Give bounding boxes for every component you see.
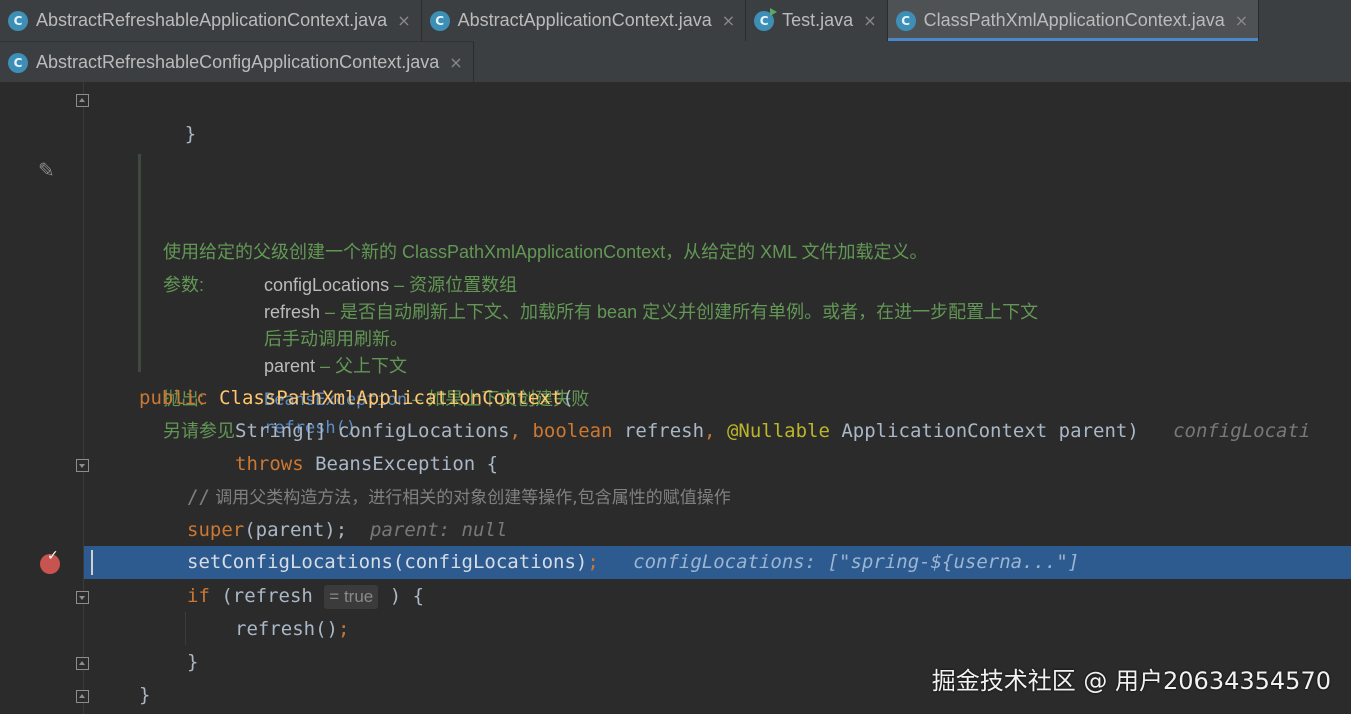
super-args: (parent); — [244, 519, 348, 541]
class-icon: C — [8, 10, 28, 31]
keyword-boolean: boolean — [532, 420, 613, 442]
close-icon[interactable]: × — [863, 11, 876, 30]
tab-label: Test.java — [782, 10, 854, 30]
code-line: // 调用父类构造方法，进行相关的对象创建等操作,包含属性的赋值操作 — [187, 481, 731, 514]
param-parent: ApplicationContext parent) — [829, 420, 1139, 442]
closing-brace: } — [184, 123, 197, 145]
param-desc: – 资源位置数组 — [389, 275, 518, 295]
debug-inline-value: configLocati — [1173, 420, 1311, 442]
code-line-current: setConfigLocations(configLocations); con… — [187, 546, 1079, 579]
keyword-super: super — [187, 519, 245, 541]
semicolon: ; — [587, 551, 599, 573]
param-config-locations: String[] configLocations — [235, 420, 510, 442]
tab-label: AbstractRefreshableConfigApplicationCont… — [36, 52, 440, 72]
fold-start-icon[interactable] — [76, 591, 89, 604]
comment-slashes: // — [187, 486, 210, 508]
doc-see-label: 另请参见: — [163, 421, 241, 441]
code-line: super(parent); parent: null — [187, 514, 507, 547]
rendered-javadoc: 使用给定的父级创建一个新的 ClassPathXmlApplicationCon… — [138, 154, 1141, 441]
editor-tab[interactable]: C ClassPathXmlApplicationContext.java × — [887, 0, 1260, 41]
code-line: } — [187, 646, 198, 679]
code-line: if (refresh = true ) { — [187, 580, 424, 613]
class-icon: C — [8, 52, 28, 73]
param-refresh: refresh — [612, 420, 705, 442]
breakpoint-icon[interactable] — [40, 548, 60, 574]
refresh-call: refresh() — [235, 618, 338, 640]
code-line: refresh(); — [235, 613, 349, 646]
code-line: public ClassPathXmlApplicationContext( — [139, 382, 574, 415]
constructor-name: ClassPathXmlApplicationContext — [219, 387, 563, 409]
if-close: ) { — [389, 585, 425, 607]
semicolon: ; — [337, 618, 350, 640]
closing-brace: } — [139, 684, 151, 706]
if-condition: (refresh — [209, 585, 313, 607]
param-desc: – 是否自动刷新上下文、加载所有 bean 定义并创建所有单例。或者，在进一步配… — [320, 302, 1039, 322]
code-line: String[] configLocations, boolean refres… — [235, 415, 1310, 448]
editor-tab[interactable]: C Test.java × — [746, 0, 888, 41]
doc-summary: 使用给定的父级创建一个新的 ClassPathXmlApplicationCon… — [163, 242, 928, 262]
keyword-public: public — [139, 387, 208, 409]
fold-end-icon[interactable] — [76, 94, 89, 107]
param-name: refresh — [264, 302, 321, 322]
close-icon[interactable]: × — [397, 11, 410, 30]
annotation-nullable: @Nullable — [726, 420, 830, 442]
closing-brace: } — [187, 651, 199, 673]
doc-param-refresh: refresh – 是否自动刷新上下文、加载所有 bean 定义并创建所有单例。… — [264, 298, 1038, 324]
tab-label: AbstractApplicationContext.java — [457, 10, 712, 30]
tab-label: AbstractRefreshableApplicationContext.ja… — [36, 10, 388, 30]
keyword-if: if — [187, 585, 210, 607]
editor-tab-bar: C AbstractRefreshableApplicationContext.j… — [0, 0, 1351, 83]
class-icon: C — [895, 10, 916, 31]
doc-params-label: 参数: — [163, 275, 205, 295]
doc-param-refresh-cont: 后手动调用刷新。 — [264, 329, 408, 349]
debug-inline-value: parent: null — [370, 519, 508, 541]
set-config-call: setConfigLocations(configLocations) — [187, 551, 588, 573]
watermark: 掘金技术社区 @ 用户20634354570 — [931, 667, 1331, 695]
tab-label: ClassPathXmlApplicationContext.java — [923, 10, 1225, 30]
comma: , — [704, 420, 716, 442]
throws-clause: BeansException { — [303, 453, 499, 475]
debug-inline-value: = true — [324, 585, 379, 609]
debug-inline-value: configLocations: ["spring-${userna..."] — [633, 551, 1080, 573]
param-name: parent — [264, 356, 316, 376]
doc-param-parent: parent – 父上下文 — [264, 352, 407, 378]
editor-tab[interactable]: C AbstractRefreshableConfigApplicationCon… — [0, 42, 474, 83]
fold-end-icon[interactable] — [76, 657, 89, 670]
param-desc: – 父上下文 — [315, 356, 408, 376]
editor-tab[interactable]: C AbstractApplicationContext.java × — [421, 0, 747, 41]
fold-start-icon[interactable] — [76, 459, 89, 472]
indent-guide — [185, 612, 186, 645]
doc-param-config-locations: configLocations – 资源位置数组 — [264, 271, 517, 297]
tab-row-2: C AbstractRefreshableConfigApplicationCon… — [0, 41, 474, 83]
text-caret — [91, 550, 93, 575]
open-paren: ( — [562, 387, 574, 409]
code-line: } — [139, 85, 196, 145]
code-editor[interactable]: ✎ } 使用给定的父级创建一个新的 ClassPathXmlApplicatio… — [0, 82, 1351, 714]
tab-row-1: C AbstractRefreshableApplicationContext.j… — [0, 0, 1260, 41]
comma: , — [509, 420, 521, 442]
runnable-class-icon: C — [754, 7, 778, 31]
param-name: configLocations — [264, 275, 390, 295]
close-icon[interactable]: × — [449, 53, 462, 72]
class-icon: C — [429, 10, 450, 31]
close-icon[interactable]: × — [722, 11, 735, 30]
comment-text: 调用父类构造方法，进行相关的对象创建等操作,包含属性的赋值操作 — [209, 488, 731, 508]
code-line: } — [139, 679, 150, 712]
keyword-throws: throws — [235, 453, 304, 475]
code-line: throws BeansException { — [235, 448, 498, 481]
edit-doc-icon[interactable]: ✎ — [38, 158, 60, 182]
close-icon[interactable]: × — [1235, 11, 1248, 30]
fold-end-icon[interactable] — [76, 690, 89, 703]
gutter-divider — [83, 82, 84, 714]
editor-tab[interactable]: C AbstractRefreshableApplicationContext.j… — [0, 0, 422, 41]
